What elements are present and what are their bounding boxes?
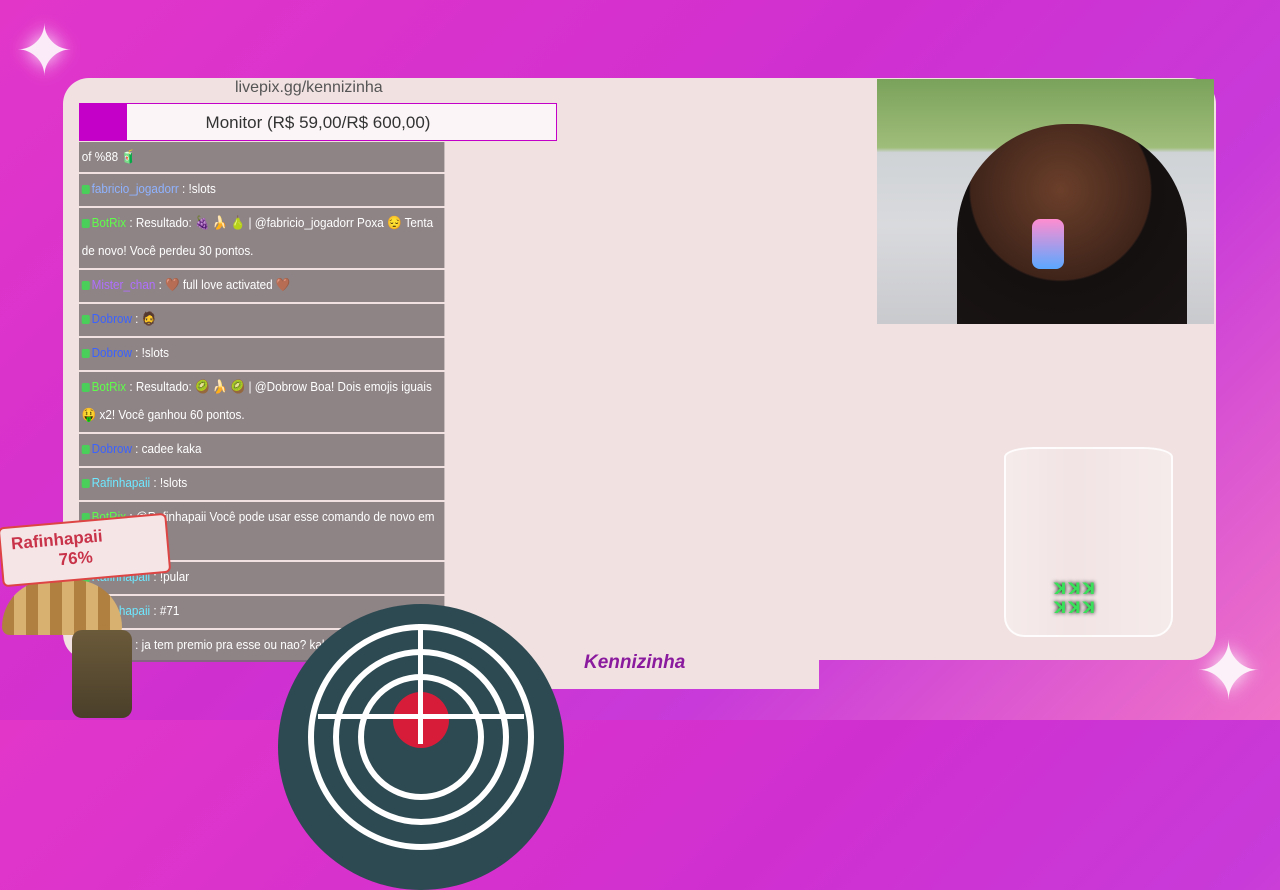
chat-message: Dobrow : cadee kaka	[79, 434, 445, 466]
chat-message: Rafinhapaii : !slots	[79, 468, 445, 500]
chat-badge-icon	[81, 349, 90, 359]
chat-text: : !slots	[135, 345, 169, 360]
chat-text: : 🤎 full love activated 🤎	[158, 277, 291, 292]
microphone-image	[1032, 219, 1064, 269]
donation-goal-bar: Monitor (R$ 59,00/R$ 600,00)	[79, 103, 557, 141]
glass-contents-icon: ꓘꓘꓘ ꓘꓘꓘ	[1054, 579, 1098, 617]
chat-username[interactable]: BotRix	[92, 379, 126, 394]
chat-message: BotRix : Resultado: 🍇 🍌 🍐 | @fabricio_jo…	[79, 208, 445, 268]
webcam-feed	[877, 79, 1214, 324]
chat-username[interactable]: Dobrow	[92, 345, 132, 360]
chat-panel: of %88 🧃 fabricio_jogadorr : !slots BotRix…	[79, 142, 445, 664]
chat-text: : Resultado: 🍇 🍌 🍐 | @fabricio_jogadorr …	[81, 215, 434, 258]
chat-message: BotRix : Resultado: 🥝 🍌 🥝 | @Dobrow Boa!…	[79, 372, 445, 432]
chat-badge-icon	[81, 479, 90, 489]
chat-username[interactable]: Dobrow	[92, 311, 132, 326]
streamer-image	[957, 124, 1187, 324]
chat-message: Mister_chan : 🤎 full love activated 🤎	[79, 270, 445, 302]
chat-badge-icon	[81, 315, 90, 325]
chat-badge-icon	[81, 281, 90, 291]
glass-widget: ꓘꓘꓘ ꓘꓘꓘ	[1004, 447, 1173, 637]
chat-username[interactable]: Rafinhapaii	[92, 475, 151, 490]
sparkle-icon: ✦	[15, 10, 74, 92]
chat-message: of %88 🧃	[79, 142, 445, 172]
goal-text: Monitor (R$ 59,00/R$ 600,00)	[205, 113, 431, 132]
chat-username[interactable]: Mister_chan	[92, 277, 156, 292]
soldier-icon	[72, 630, 132, 718]
chat-text: : ja tem premio pra esse ou nao? kak	[135, 637, 328, 652]
chat-text: : cadee kaka	[135, 441, 202, 456]
chat-badge-icon	[81, 445, 90, 455]
chat-text: : #71	[153, 603, 180, 618]
chat-text: of %88 🧃	[81, 149, 136, 164]
chat-text: : Resultado: 🥝 🍌 🥝 | @Dobrow Boa! Dois e…	[81, 379, 432, 422]
chat-message: Dobrow : !slots	[79, 338, 445, 370]
chat-message: Dobrow : 🧔	[79, 304, 445, 336]
streamer-name: Kennizinha	[584, 652, 686, 673]
chat-username[interactable]: fabricio_jogadorr	[92, 181, 179, 196]
chat-badge-icon	[81, 383, 90, 393]
chat-badge-icon	[81, 219, 90, 229]
chat-text: : !slots	[182, 181, 216, 196]
chat-username[interactable]: BotRix	[92, 215, 126, 230]
donation-url[interactable]: livepix.gg/kennizinha	[235, 79, 383, 97]
chat-username[interactable]: Dobrow	[92, 441, 132, 456]
chat-message: fabricio_jogadorr : !slots	[79, 174, 445, 206]
player-percent: 76%	[57, 547, 94, 570]
chat-badge-icon	[81, 185, 90, 195]
target-icon	[278, 604, 564, 890]
chat-text: : 🧔	[135, 311, 157, 326]
chat-text: : !slots	[153, 475, 188, 490]
